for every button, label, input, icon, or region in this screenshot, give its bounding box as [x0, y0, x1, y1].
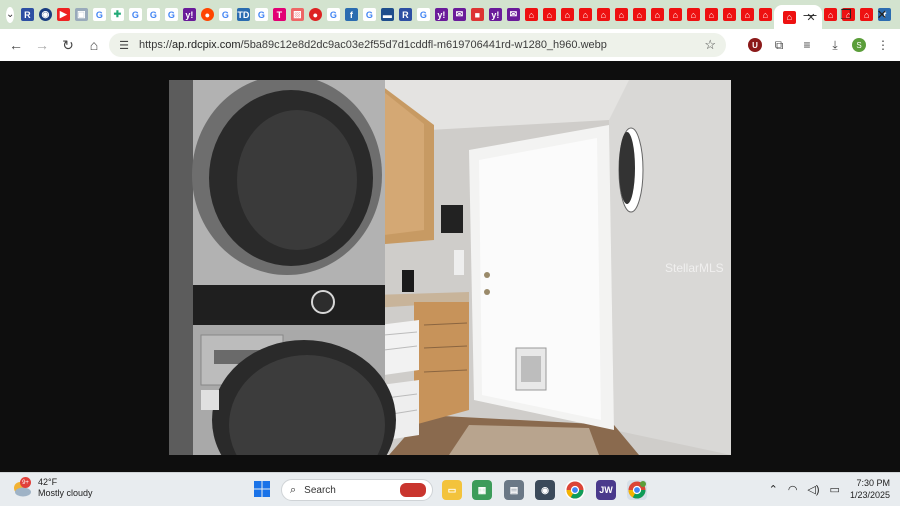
tab-favicon-home[interactable]: ⌂: [740, 8, 754, 21]
cloud-icon: 9+: [12, 477, 32, 497]
tab-favicon-home[interactable]: ⌂: [650, 8, 664, 21]
jw-app-icon[interactable]: JW: [596, 480, 616, 500]
tab-favicon-home[interactable]: ⌂: [542, 8, 556, 21]
tab-favicon-camera[interactable]: ▣: [74, 8, 88, 21]
tab-favicon-home[interactable]: ⌂: [704, 8, 718, 21]
tab-favicon-google[interactable]: G: [164, 8, 178, 21]
tab-strip: ⌄ R ◉ ▶ ▣ G ✚ G G G y! ● G TD G T ▨ ● G …: [0, 0, 900, 29]
taskbar-search[interactable]: ⌕ Search: [281, 479, 433, 501]
profile-avatar[interactable]: S: [852, 38, 866, 52]
photo-watermark: StellarMLS: [665, 261, 724, 275]
battery-icon[interactable]: ▭: [830, 483, 840, 496]
chrome-icon[interactable]: [565, 480, 585, 500]
tab-favicon-google[interactable]: G: [128, 8, 142, 21]
reload-icon[interactable]: ↻: [56, 33, 80, 57]
maximize-button[interactable]: ❐: [828, 0, 864, 29]
tab-favicon-home[interactable]: ⌂: [686, 8, 700, 21]
search-placeholder: Search: [304, 484, 336, 496]
tab-favicon-home[interactable]: ⌂: [758, 8, 772, 21]
tab-favicon-home[interactable]: ⌂: [614, 8, 628, 21]
tab-favicon-home[interactable]: ⌂: [560, 8, 574, 21]
toolbar-actions: U ⧉ ≡ ⤓ S ⋮: [748, 29, 894, 61]
remote-desktop-icon[interactable]: ▤: [504, 480, 524, 500]
tab-favicon-yahoo-mail[interactable]: ✉: [506, 8, 520, 21]
url-prefix: https://: [139, 39, 173, 51]
tab-favicon-r[interactable]: R: [398, 8, 412, 21]
home-icon[interactable]: ⌂: [82, 33, 106, 57]
search-icon: ⌕: [290, 483, 297, 496]
image-viewer: StellarMLS: [0, 61, 900, 472]
weather-alert-badge: 9+: [20, 477, 31, 488]
clock-date: 1/23/2025: [849, 490, 890, 500]
tab-favicon-google[interactable]: G: [416, 8, 430, 21]
tab-favicon-round[interactable]: ◉: [38, 8, 52, 21]
tab-favicon-tmobile[interactable]: T: [272, 8, 286, 21]
tab-favicon-home[interactable]: ⌂: [668, 8, 682, 21]
laundry-room-photo: StellarMLS: [169, 80, 731, 455]
window-controls: — ❐ ✕: [792, 0, 900, 29]
volume-icon[interactable]: ◁): [807, 483, 819, 496]
tab-favicon-yahoo-mail[interactable]: ✉: [452, 8, 466, 21]
pinned-tabs: R ◉ ▶ ▣ G ✚ G G G y! ● G TD G T ▨ ● G f …: [18, 0, 900, 29]
clock-time: 7:30 PM: [856, 478, 890, 488]
tab-favicon-home[interactable]: ⌂: [578, 8, 592, 21]
tab-favicon-home[interactable]: ⌂: [596, 8, 610, 21]
tab-favicon-yahoo[interactable]: y!: [434, 8, 448, 21]
tab-favicon-home[interactable]: ⌂: [632, 8, 646, 21]
tab-favicon-f[interactable]: f: [344, 8, 358, 21]
photo-illustration: [169, 80, 731, 455]
clock[interactable]: 7:30 PM 1/23/2025: [850, 477, 890, 501]
tab-favicon-google[interactable]: G: [146, 8, 160, 21]
tab-favicon-td[interactable]: TD: [236, 8, 250, 21]
tab-favicon-plus[interactable]: ✚: [110, 8, 124, 21]
address-bar[interactable]: ☰ https://ap.rdcpix.com/5ba89c12e8d2dc9a…: [109, 33, 726, 57]
search-highlight-image: [400, 483, 426, 497]
site-info-icon[interactable]: ☰: [117, 38, 131, 52]
url-text[interactable]: https://ap.rdcpix.com/5ba89c12e8d2dc9ac0…: [139, 39, 607, 51]
extension-u-icon[interactable]: U: [748, 38, 762, 52]
media-controls-icon[interactable]: ≡: [796, 38, 818, 52]
system-tray: ⌃ ◠ ◁) ▭ 7:30 PM 1/23/2025: [769, 477, 890, 501]
menu-kebab-icon[interactable]: ⋮: [872, 38, 894, 52]
extensions-puzzle-icon[interactable]: ⧉: [768, 38, 790, 53]
tab-search-chevron-icon[interactable]: ⌄: [6, 6, 15, 23]
windows-start-icon[interactable]: [254, 481, 270, 497]
tab-favicon-flag[interactable]: ▬: [380, 8, 394, 21]
wifi-icon[interactable]: ◠: [788, 483, 798, 496]
download-icon[interactable]: ⤓: [824, 38, 846, 53]
file-explorer-icon[interactable]: ▭: [442, 480, 462, 500]
weather-text: 42°F Mostly cloudy: [38, 477, 93, 499]
tab-favicon-reddit[interactable]: ●: [200, 8, 214, 21]
tab-favicon-red-square[interactable]: ■: [470, 8, 484, 21]
tab-favicon-home[interactable]: ⌂: [722, 8, 736, 21]
chevron-up-icon[interactable]: ⌃: [769, 483, 778, 496]
camera-app-icon[interactable]: ◉: [535, 480, 555, 500]
weather-temp: 42°F: [38, 477, 58, 487]
store-app-icon[interactable]: ▦: [472, 480, 492, 500]
tab-favicon-r[interactable]: R: [20, 8, 34, 21]
chrome-profile-icon[interactable]: [627, 480, 647, 500]
tab-favicon-stripes[interactable]: ▨: [290, 8, 304, 21]
weather-desc: Mostly cloudy: [38, 488, 93, 498]
tab-favicon-google[interactable]: G: [326, 8, 340, 21]
tab-favicon-red-circle[interactable]: ●: [308, 8, 322, 21]
tab-favicon-youtube[interactable]: ▶: [56, 8, 70, 21]
close-window-button[interactable]: ✕: [864, 0, 900, 29]
forward-arrow-icon[interactable]: →: [30, 33, 54, 57]
url-host: ap.rdcpix.com: [172, 39, 241, 51]
tab-favicon-google[interactable]: G: [218, 8, 232, 21]
tab-favicon-yahoo[interactable]: y!: [488, 8, 502, 21]
tab-favicon-google[interactable]: G: [362, 8, 376, 21]
tab-favicon-google[interactable]: G: [92, 8, 106, 21]
weather-widget[interactable]: 9+ 42°F Mostly cloudy: [12, 477, 93, 499]
back-arrow-icon[interactable]: ←: [4, 33, 28, 57]
minimize-button[interactable]: —: [792, 0, 828, 29]
tab-favicon-google[interactable]: G: [254, 8, 268, 21]
bookmark-star-icon[interactable]: ☆: [704, 37, 716, 53]
url-path: /5ba89c12e8d2dc9ac03e2f55d7d1cddfl-m6197…: [240, 39, 607, 51]
tab-favicon-yahoo[interactable]: y!: [182, 8, 196, 21]
tab-favicon-home[interactable]: ⌂: [524, 8, 538, 21]
windows-taskbar: 9+ 42°F Mostly cloudy ⌕ Search ▭ ▦ ▤ ◉ J…: [0, 472, 900, 506]
